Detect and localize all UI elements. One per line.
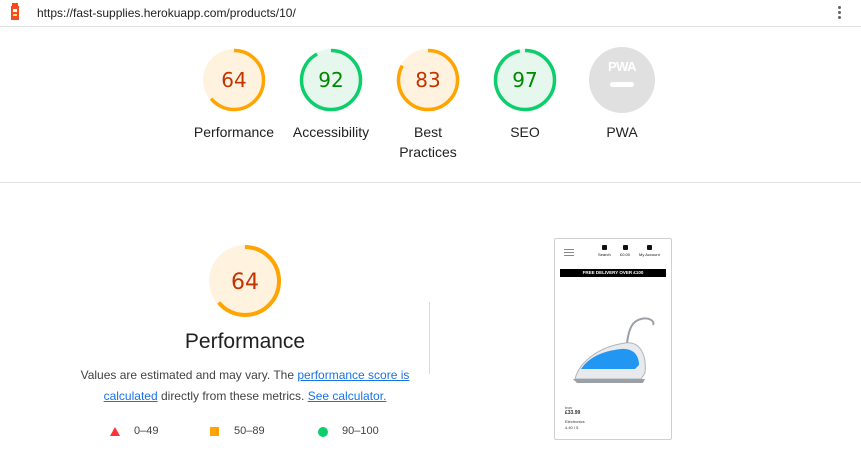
gauge-best-practices-ring: 83 bbox=[396, 48, 460, 112]
thumb-nav-account-label: My Account bbox=[639, 252, 660, 257]
performance-big-gauge: 64 bbox=[209, 245, 281, 317]
performance-description: Values are estimated and may vary. The p… bbox=[70, 365, 420, 407]
gauge-best-practices-label: Best Practices bbox=[399, 124, 457, 160]
lighthouse-logo-icon bbox=[11, 3, 19, 20]
thumb-iron-image bbox=[573, 317, 655, 383]
final-screenshot-thumbnail[interactable]: Search £0.00 My Account FREE DELIVERY OV… bbox=[554, 238, 672, 440]
gauge-best-practices-score: 83 bbox=[415, 68, 440, 92]
gauge-performance-score: 64 bbox=[221, 68, 246, 92]
legend-pass-range: 90–100 bbox=[342, 425, 379, 437]
gauge-accessibility-label: Accessibility bbox=[292, 124, 370, 140]
report-url[interactable]: https://fast-supplies.herokuapp.com/prod… bbox=[37, 6, 296, 20]
gauge-performance-ring: 64 bbox=[202, 48, 266, 112]
gauge-seo[interactable]: 97 SEO bbox=[470, 47, 580, 142]
thumb-nav-account: My Account bbox=[639, 245, 660, 257]
more-options-icon[interactable] bbox=[834, 4, 844, 22]
section-divider bbox=[429, 302, 430, 374]
see-calculator-link[interactable]: See calculator. bbox=[308, 389, 387, 403]
category-summary: 64 Performance 92 Accessibility 83 Best … bbox=[0, 28, 861, 183]
gauge-best-practices[interactable]: 83 Best Practices bbox=[373, 47, 483, 162]
thumb-user-icon bbox=[646, 245, 652, 250]
thumb-nav-bag: £0.00 bbox=[620, 245, 630, 257]
legend-fail-range: 0–49 bbox=[134, 425, 159, 437]
gauge-performance-label: Performance bbox=[193, 124, 275, 140]
thumb-product-price: £33.99 bbox=[565, 410, 581, 416]
pwa-badge-icon: PWA bbox=[589, 47, 655, 113]
gauge-accessibility-score: 92 bbox=[318, 68, 343, 92]
thumb-product-category: Electronics bbox=[565, 419, 585, 424]
gauge-pwa[interactable]: PWA PWA bbox=[567, 47, 677, 142]
gauge-pwa-label: PWA bbox=[606, 124, 638, 140]
thumb-menu-icon bbox=[564, 249, 574, 257]
performance-big-score: 64 bbox=[231, 270, 259, 295]
triangle-icon bbox=[110, 427, 120, 436]
url-bar: https://fast-supplies.herokuapp.com/prod… bbox=[0, 0, 861, 27]
thumb-nav-search-label: Search bbox=[598, 252, 611, 257]
thumb-header: Search £0.00 My Account bbox=[555, 239, 671, 267]
thumb-delivery-banner: FREE DELIVERY OVER £100 bbox=[560, 269, 666, 277]
thumb-nav-bag-label: £0.00 bbox=[620, 252, 631, 257]
thumb-search-icon bbox=[601, 245, 607, 250]
pwa-badge-text: PWA bbox=[607, 59, 637, 74]
legend-average-range: 50–89 bbox=[234, 425, 265, 437]
gauge-accessibility-ring: 92 bbox=[299, 48, 363, 112]
gauge-performance[interactable]: 64 Performance bbox=[179, 47, 289, 142]
performance-desc-middle: directly from these metrics. bbox=[157, 389, 308, 403]
score-legend: 0–49 50–89 90–100 bbox=[0, 424, 430, 440]
pwa-dash-icon bbox=[610, 82, 634, 87]
gauge-seo-score: 97 bbox=[512, 68, 537, 92]
performance-title: Performance bbox=[184, 330, 306, 353]
thumb-product-rating: 4.40 / 5 bbox=[565, 425, 579, 430]
circle-icon bbox=[318, 427, 328, 437]
square-icon bbox=[210, 427, 219, 436]
gauge-accessibility[interactable]: 92 Accessibility bbox=[276, 47, 386, 142]
gauge-seo-ring: 97 bbox=[493, 48, 557, 112]
thumb-nav-search: Search bbox=[598, 245, 611, 257]
performance-desc-prefix: Values are estimated and may vary. The bbox=[80, 368, 298, 382]
thumb-bag-icon bbox=[622, 245, 628, 250]
gauge-seo-label: SEO bbox=[510, 124, 540, 140]
